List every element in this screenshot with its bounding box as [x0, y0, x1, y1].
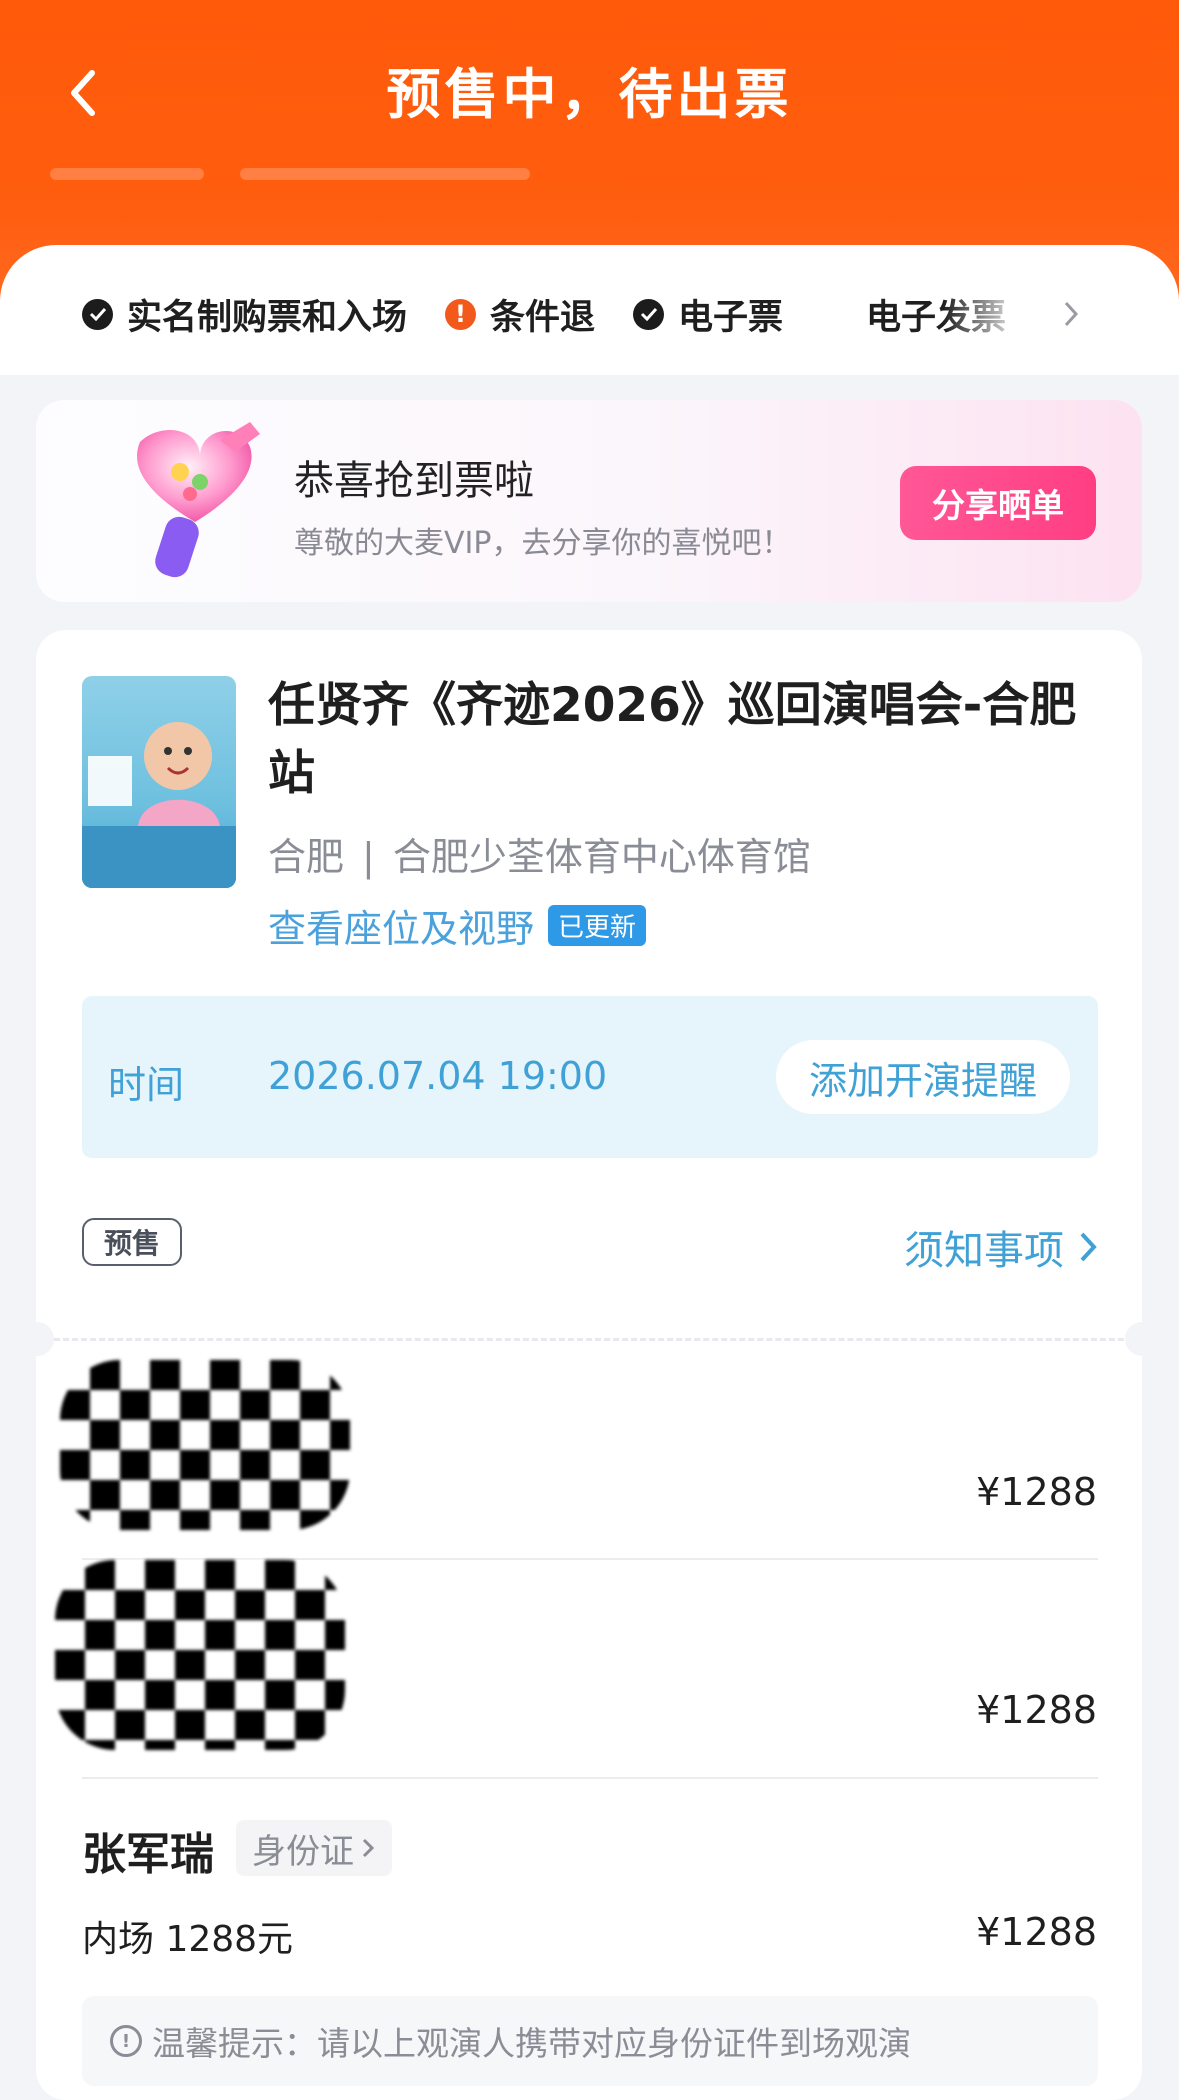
ticket-perforation: [36, 1338, 1142, 1341]
ticket-notch-right: [1125, 1322, 1159, 1356]
ticket-type: 内场 1288元: [82, 1919, 294, 1960]
tag-label: 实名制购票和入场: [127, 297, 408, 338]
chevron-right-icon: [1064, 301, 1079, 327]
view-seats-label: 查看座位及视野: [268, 907, 535, 951]
presale-badge: 预售: [82, 1218, 182, 1266]
attendee-name: 张军瑞: [82, 1829, 214, 1880]
check-circle-icon: [82, 298, 113, 330]
poster-artwork: [82, 722, 236, 888]
id-type-label: 身份证: [252, 1831, 354, 1872]
chevron-right-icon: [362, 1838, 375, 1858]
warm-tip: ! 温馨提示：请以上观演人携带对应身份证件到场观演: [82, 1996, 1098, 2086]
promo-subtitle: 尊敬的大麦VIP，去分享你的喜悦吧！: [294, 526, 792, 561]
tag-conditional-refund[interactable]: ! 条件退: [445, 289, 595, 340]
warning-circle-icon: !: [445, 298, 477, 330]
time-label: 时间: [108, 1063, 185, 1107]
ticket-price: ¥1288: [976, 1688, 1097, 1732]
light-stick-illustration: [137, 422, 260, 578]
event-venue-line: 合肥 | 合肥少荃体育中心体育馆: [268, 826, 811, 881]
header-tab-pill: [240, 168, 530, 180]
tip-text: 温馨提示：请以上观演人携带对应身份证件到场观演: [152, 2024, 911, 2063]
check-circle-icon: [821, 299, 852, 330]
service-tags: 实名制购票和入场 ! 条件退 电子票 电子发票: [82, 290, 1044, 338]
id-type-button[interactable]: 身份证: [236, 1820, 392, 1876]
share-button[interactable]: 分享晒单: [900, 466, 1096, 540]
info-circle-icon: !: [110, 2025, 142, 2057]
event-venue: 合肥少荃体育中心体育馆: [392, 835, 811, 879]
ticket-price: ¥1288: [976, 1470, 1097, 1514]
tag-e-invoice[interactable]: 电子发票: [821, 289, 1006, 340]
event-city: 合肥: [268, 835, 345, 879]
event-poster[interactable]: [82, 676, 236, 888]
ticket-price: ¥1288: [976, 1910, 1097, 1954]
tag-label: 电子发票: [866, 289, 1006, 340]
venue-separator: |: [362, 835, 375, 879]
notice-link[interactable]: 须知事项: [904, 1218, 1102, 1276]
event-title[interactable]: 任贤齐《齐迹2026》巡回演唱会-合肥站: [268, 672, 1108, 808]
header-tab-pill: [50, 168, 204, 180]
tag-e-ticket[interactable]: 电子票: [633, 289, 783, 340]
ticket-divider: [82, 1777, 1098, 1779]
show-time-value: 2026.07.04 19:00: [268, 1054, 608, 1098]
tag-label: 条件退: [490, 297, 596, 338]
share-promo-banner: 恭喜抢到票啦 尊敬的大麦VIP，去分享你的喜悦吧！ 分享晒单: [36, 400, 1142, 602]
notice-label: 须知事项: [904, 1228, 1064, 1274]
check-circle-icon: [633, 298, 665, 330]
updated-badge: 已更新: [548, 905, 647, 946]
ticket-notch-left: [20, 1322, 54, 1356]
tags-more-button[interactable]: [1062, 292, 1092, 336]
page-title: 预售中，待出票: [386, 63, 793, 126]
redacted-mosaic: [55, 1560, 345, 1750]
tag-real-name[interactable]: 实名制购票和入场: [82, 289, 407, 340]
view-seats-link[interactable]: 查看座位及视野 已更新: [268, 898, 647, 953]
chevron-right-icon: [1080, 1232, 1097, 1262]
redacted-mosaic: [60, 1360, 350, 1530]
add-reminder-button[interactable]: 添加开演提醒: [776, 1040, 1070, 1114]
promo-title: 恭喜抢到票啦: [294, 458, 534, 504]
tag-label: 电子票: [678, 297, 784, 338]
